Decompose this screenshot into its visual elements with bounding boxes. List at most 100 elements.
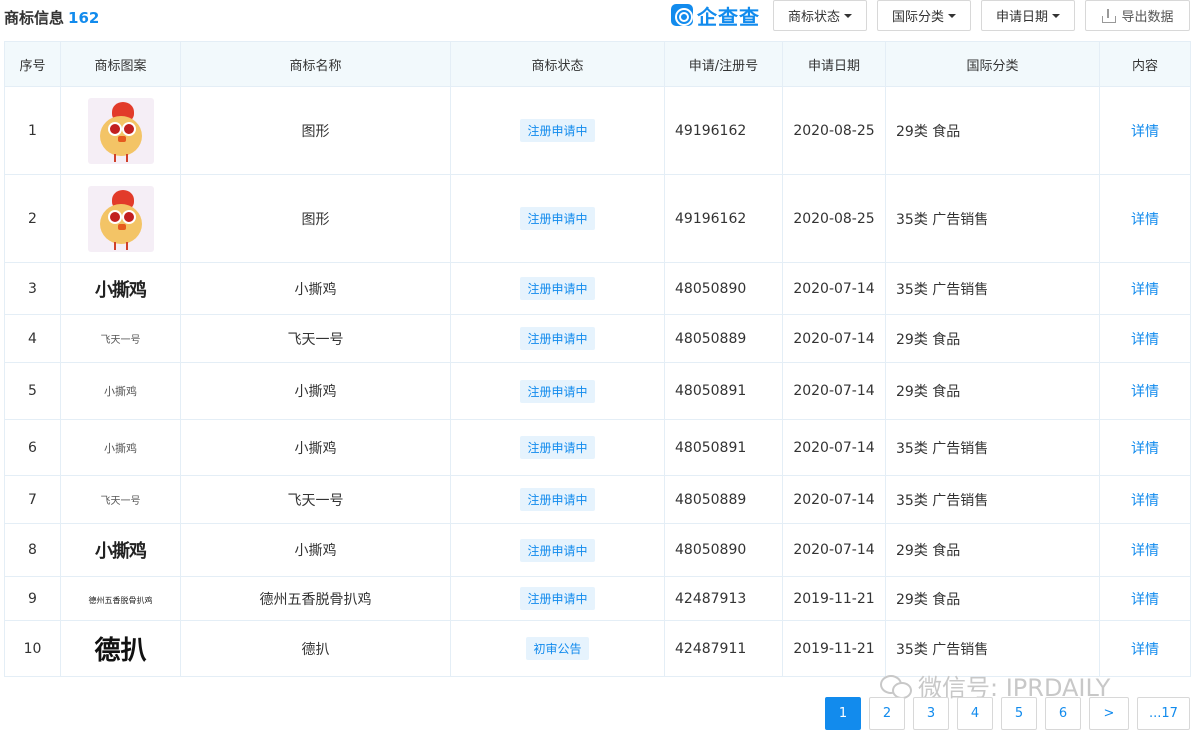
detail-cell: 详情 — [1099, 174, 1191, 263]
reg-number: 49196162 — [664, 174, 783, 263]
export-button[interactable]: 导出数据 — [1085, 0, 1190, 31]
intl-class: 35类 广告销售 — [885, 419, 1100, 476]
detail-cell: 详情 — [1099, 362, 1191, 420]
page-title-label: 商标信息 — [4, 9, 65, 27]
col-header-name: 商标名称 — [180, 41, 451, 87]
intl-class: 35类 广告销售 — [885, 475, 1100, 524]
wechat-icon — [880, 673, 912, 699]
table-header-row: 序号 商标图案 商标名称 商标状态 申请/注册号 申请日期 国际分类 内容 — [4, 41, 1191, 87]
trademark-logo: 小撕鸡 — [60, 419, 181, 476]
caret-down-icon — [1052, 13, 1060, 18]
row-index: 10 — [4, 620, 61, 677]
table-row: 9 德州五香脱骨扒鸡 德州五香脱骨扒鸡 注册申请中 42487913 2019-… — [4, 576, 1191, 621]
trademark-logo: 德州五香脱骨扒鸡 — [60, 576, 181, 621]
trademark-name: 小撕鸡 — [180, 262, 451, 315]
trademark-logo: 飞天一号 — [60, 314, 181, 363]
row-index: 2 — [4, 174, 61, 263]
trademark-name: 德扒 — [180, 620, 451, 677]
reg-number: 48050889 — [664, 475, 783, 524]
apply-date: 2020-07-14 — [782, 475, 886, 524]
page-button-5[interactable]: 5 — [1001, 697, 1037, 730]
intl-class: 29类 食品 — [885, 86, 1100, 175]
page-button-2[interactable]: 2 — [869, 697, 905, 730]
download-icon — [1101, 8, 1117, 23]
detail-cell: 详情 — [1099, 86, 1191, 175]
trademark-logo-text: 飞天一号 — [100, 495, 141, 507]
detail-link[interactable]: 详情 — [1131, 384, 1159, 400]
export-label: 导出数据 — [1121, 10, 1174, 25]
trademark-status: 注册申请中 — [450, 523, 665, 577]
col-header-detail: 内容 — [1099, 41, 1191, 87]
reg-number: 48050891 — [664, 362, 783, 420]
caret-down-icon — [948, 13, 956, 18]
detail-link[interactable]: 详情 — [1131, 441, 1159, 457]
trademark-logo: 小撕鸡 — [60, 523, 181, 577]
reg-number: 48050889 — [664, 314, 783, 363]
status-badge: 注册申请中 — [520, 119, 595, 142]
row-index: 7 — [4, 475, 61, 524]
trademark-name: 德州五香脱骨扒鸡 — [180, 576, 451, 621]
table-row: 8 小撕鸡 小撕鸡 注册申请中 48050890 2020-07-14 29类 … — [4, 523, 1191, 577]
detail-link[interactable]: 详情 — [1131, 642, 1159, 658]
row-index: 8 — [4, 523, 61, 577]
trademark-logo — [60, 174, 181, 263]
row-index: 4 — [4, 314, 61, 363]
page-button-3[interactable]: 3 — [913, 697, 949, 730]
trademark-name: 小撕鸡 — [180, 419, 451, 476]
detail-cell: 详情 — [1099, 262, 1191, 315]
detail-link[interactable]: 详情 — [1131, 592, 1159, 608]
reg-number: 48050890 — [664, 523, 783, 577]
filter-class-dropdown[interactable]: 国际分类 — [877, 0, 971, 31]
trademark-logo: 小撕鸡 — [60, 262, 181, 315]
detail-link[interactable]: 详情 — [1131, 282, 1159, 298]
status-badge: 注册申请中 — [520, 327, 595, 350]
detail-link[interactable]: 详情 — [1131, 212, 1159, 228]
page-button-4[interactable]: 4 — [957, 697, 993, 730]
trademark-logo-text: 小撕鸡 — [104, 385, 137, 398]
detail-link[interactable]: 详情 — [1131, 493, 1159, 509]
apply-date: 2020-07-14 — [782, 523, 886, 577]
intl-class: 29类 食品 — [885, 576, 1100, 621]
apply-date: 2019-11-21 — [782, 576, 886, 621]
trademark-logo: 德扒 — [60, 620, 181, 677]
status-badge: 初审公告 — [526, 637, 589, 660]
qichacha-logo-icon — [671, 4, 693, 26]
detail-link[interactable]: 详情 — [1131, 124, 1159, 140]
filter-status-dropdown[interactable]: 商标状态 — [773, 0, 867, 31]
trademark-name: 小撕鸡 — [180, 362, 451, 420]
row-index: 3 — [4, 262, 61, 315]
intl-class: 35类 广告销售 — [885, 174, 1100, 263]
brand-name: 企查查 — [697, 4, 760, 29]
apply-date: 2020-07-14 — [782, 362, 886, 420]
chick-mascot-icon — [87, 185, 154, 252]
table-row: 4 飞天一号 飞天一号 注册申请中 48050889 2020-07-14 29… — [4, 314, 1191, 363]
trademark-status: 注册申请中 — [450, 314, 665, 363]
apply-date: 2020-07-14 — [782, 419, 886, 476]
trademark-logo-text: 小撕鸡 — [104, 441, 137, 455]
page-title: 商标信息 162 — [4, 7, 99, 28]
trademark-status: 注册申请中 — [450, 262, 665, 315]
next-page-button[interactable]: > — [1089, 697, 1129, 730]
detail-cell: 详情 — [1099, 314, 1191, 363]
page-button-1[interactable]: 1 — [825, 697, 861, 730]
page-button-6[interactable]: 6 — [1045, 697, 1081, 730]
reg-number: 49196162 — [664, 86, 783, 175]
detail-link[interactable]: 详情 — [1131, 332, 1159, 348]
last-page-button[interactable]: ...17 — [1137, 697, 1190, 730]
trademark-status: 注册申请中 — [450, 86, 665, 175]
apply-date: 2020-08-25 — [782, 86, 886, 175]
trademark-logo-text: 小撕鸡 — [95, 541, 147, 562]
intl-class: 35类 广告销售 — [885, 262, 1100, 315]
trademark-status: 初审公告 — [450, 620, 665, 677]
status-badge: 注册申请中 — [520, 277, 595, 300]
trademark-name: 飞天一号 — [180, 475, 451, 524]
trademark-name: 小撕鸡 — [180, 523, 451, 577]
filter-date-dropdown[interactable]: 申请日期 — [981, 0, 1075, 31]
status-badge: 注册申请中 — [520, 488, 595, 511]
table-row: 2 图形 注册申请中 49196162 2020-08-25 35类 广告销售 … — [4, 174, 1191, 263]
col-header-date: 申请日期 — [782, 41, 886, 87]
reg-number: 48050891 — [664, 419, 783, 476]
table-row: 3 小撕鸡 小撕鸡 注册申请中 48050890 2020-07-14 35类 … — [4, 262, 1191, 315]
apply-date: 2020-07-14 — [782, 262, 886, 315]
detail-link[interactable]: 详情 — [1131, 543, 1159, 559]
